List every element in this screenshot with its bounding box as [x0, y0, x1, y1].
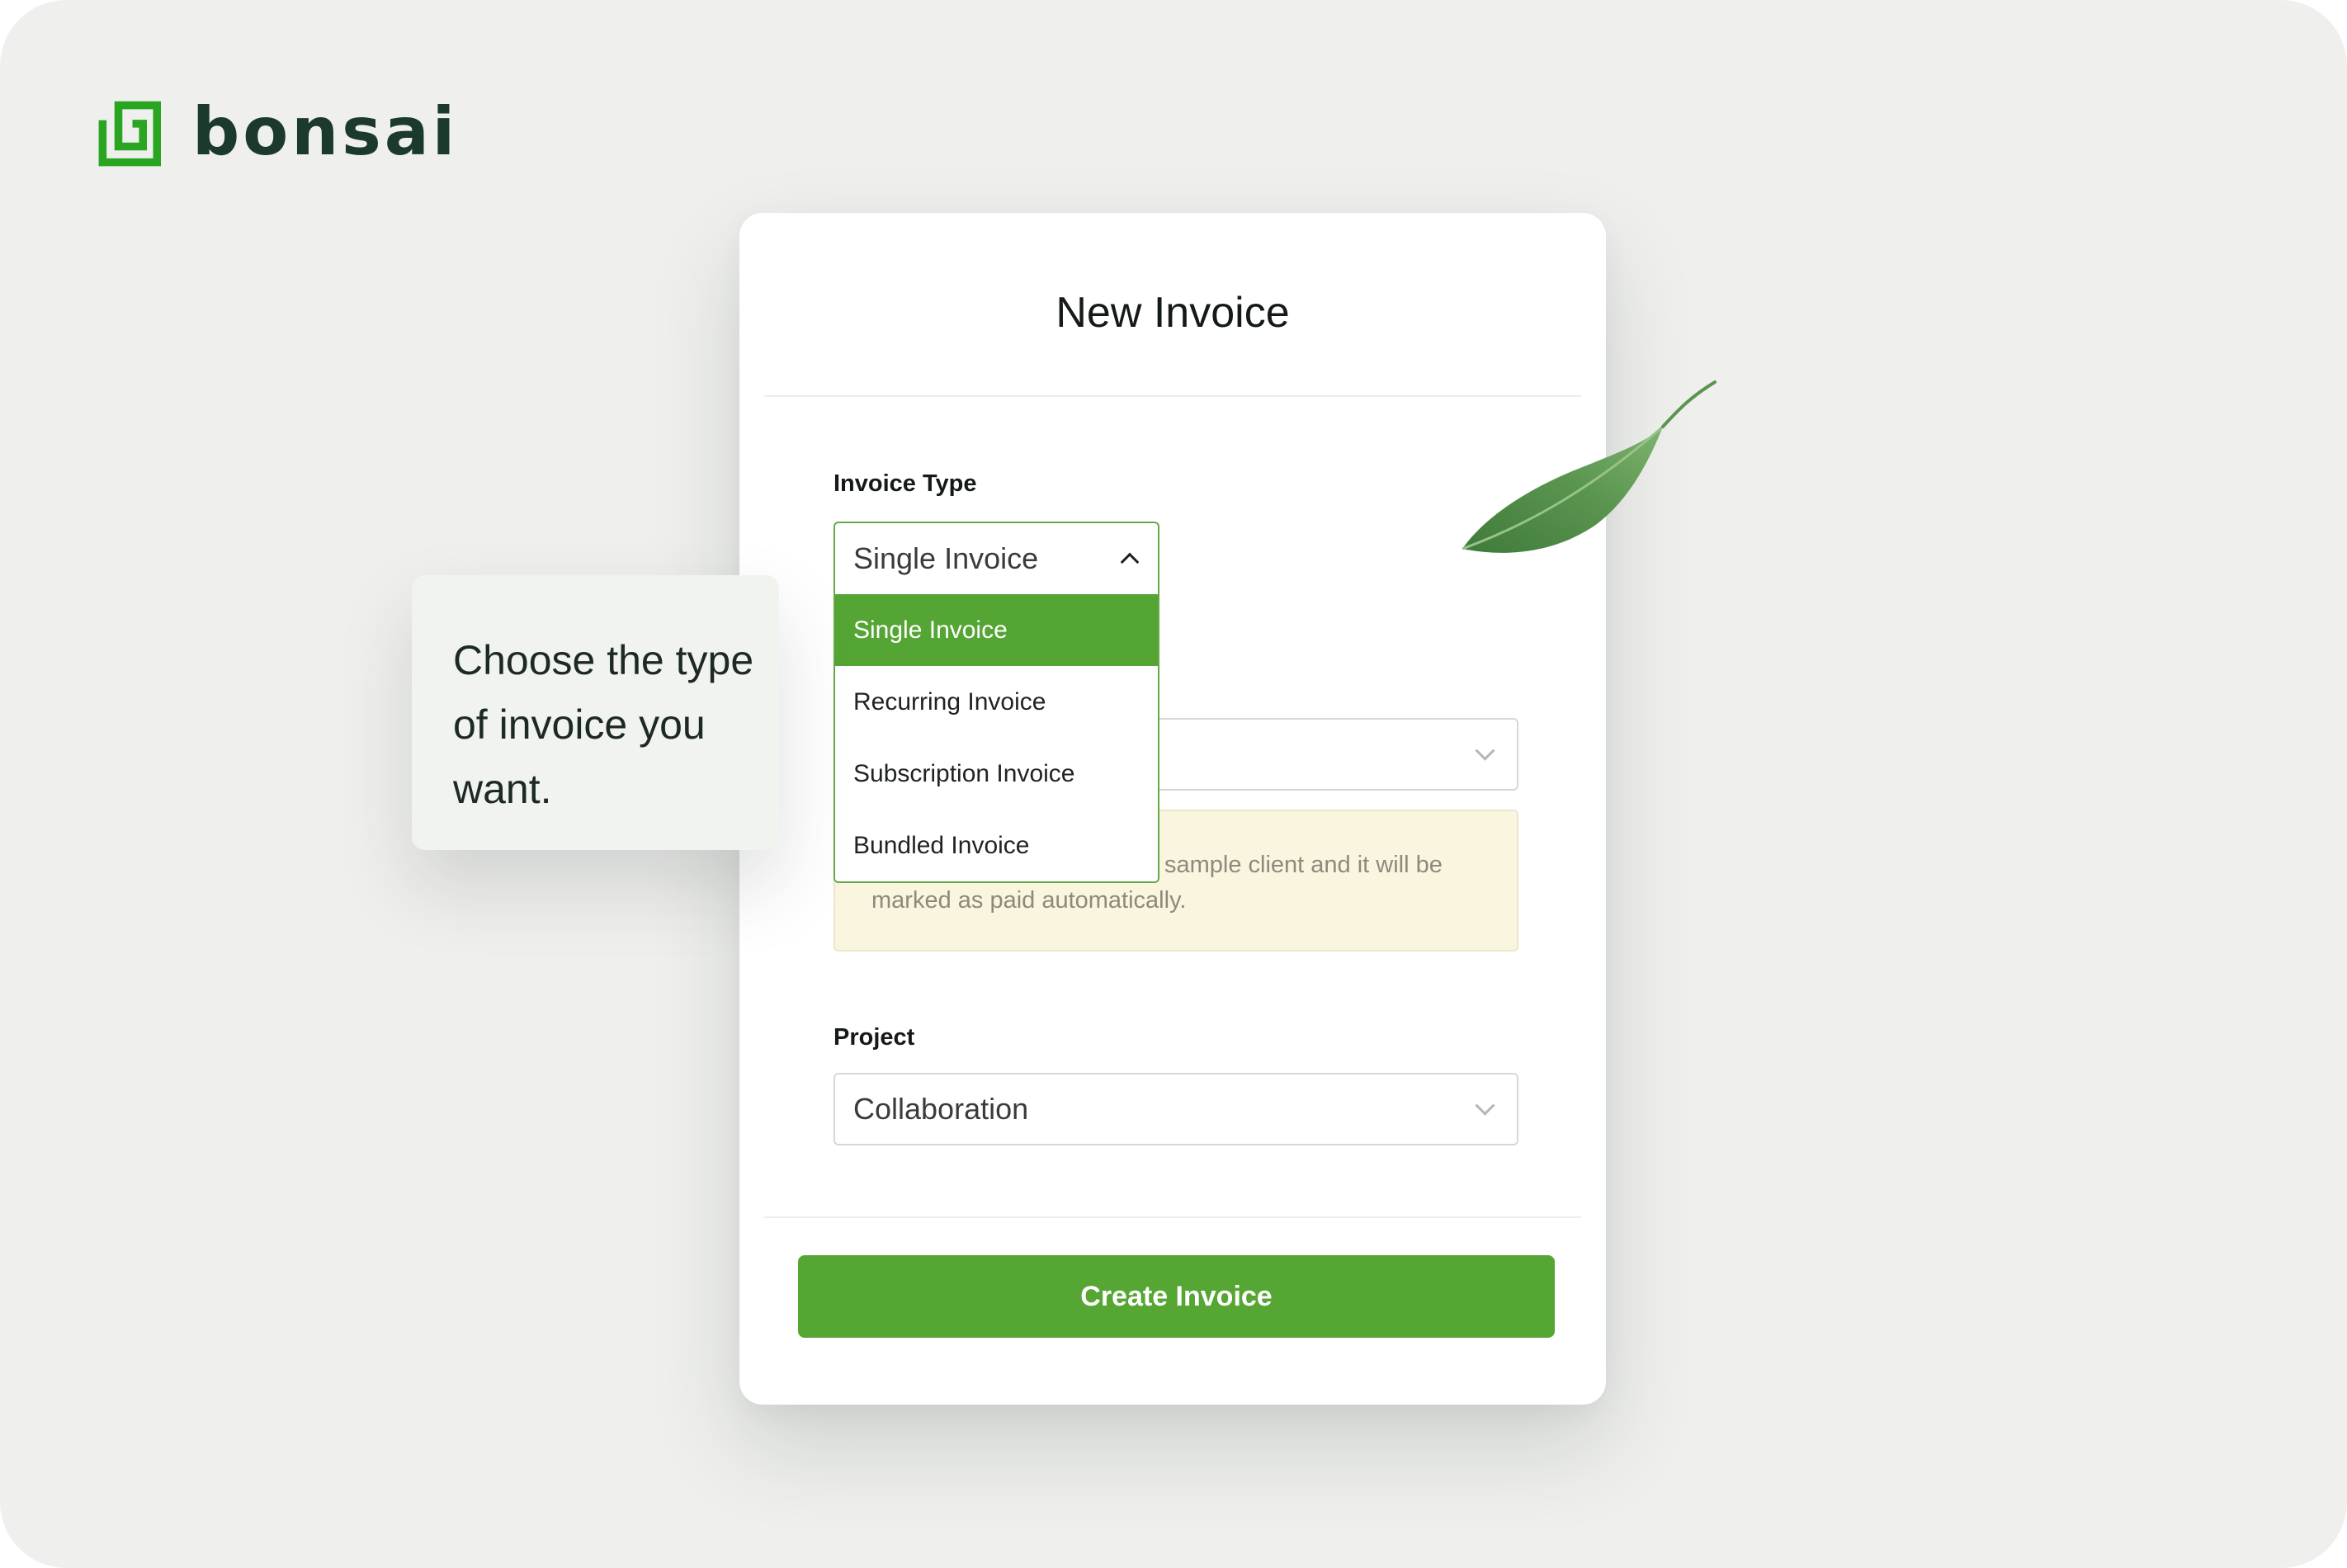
invoice-type-select[interactable]: Single Invoice [833, 522, 1159, 596]
bonsai-logo-icon [98, 101, 162, 166]
dropdown-option-recurring-invoice[interactable]: Recurring Invoice [835, 666, 1158, 738]
chevron-down-icon [1475, 740, 1495, 761]
brand-logo[interactable]: bonsai [97, 95, 458, 169]
footer-divider [764, 1216, 1581, 1218]
leaf-illustration [1462, 380, 1717, 553]
project-value: Collaboration [853, 1092, 1029, 1126]
dropdown-option-bundled-invoice[interactable]: Bundled Invoice [835, 810, 1158, 881]
invoice-type-value: Single Invoice [853, 541, 1039, 575]
brand-name: bonsai [192, 93, 459, 170]
chevron-down-icon [1475, 1095, 1495, 1116]
dropdown-option-subscription-invoice[interactable]: Subscription Invoice [835, 738, 1158, 810]
project-select[interactable]: Collaboration [833, 1073, 1518, 1145]
canvas: bonsai New Invoice Invoice Type Single I… [0, 0, 2347, 1568]
chevron-up-icon [1120, 552, 1140, 572]
card-title: New Invoice [1055, 289, 1290, 337]
invoice-type-label: Invoice Type [833, 470, 977, 497]
dropdown-option-single-invoice[interactable]: Single Invoice [835, 594, 1158, 666]
create-invoice-button[interactable]: Create Invoice [798, 1255, 1555, 1338]
invoice-type-dropdown: Single Invoice Recurring Invoice Subscri… [833, 594, 1159, 883]
invoice-type-tooltip: Choose the type of invoice you want. [412, 575, 779, 850]
tooltip-text: Choose the type of invoice you want. [453, 637, 754, 812]
project-label: Project [833, 1024, 915, 1051]
